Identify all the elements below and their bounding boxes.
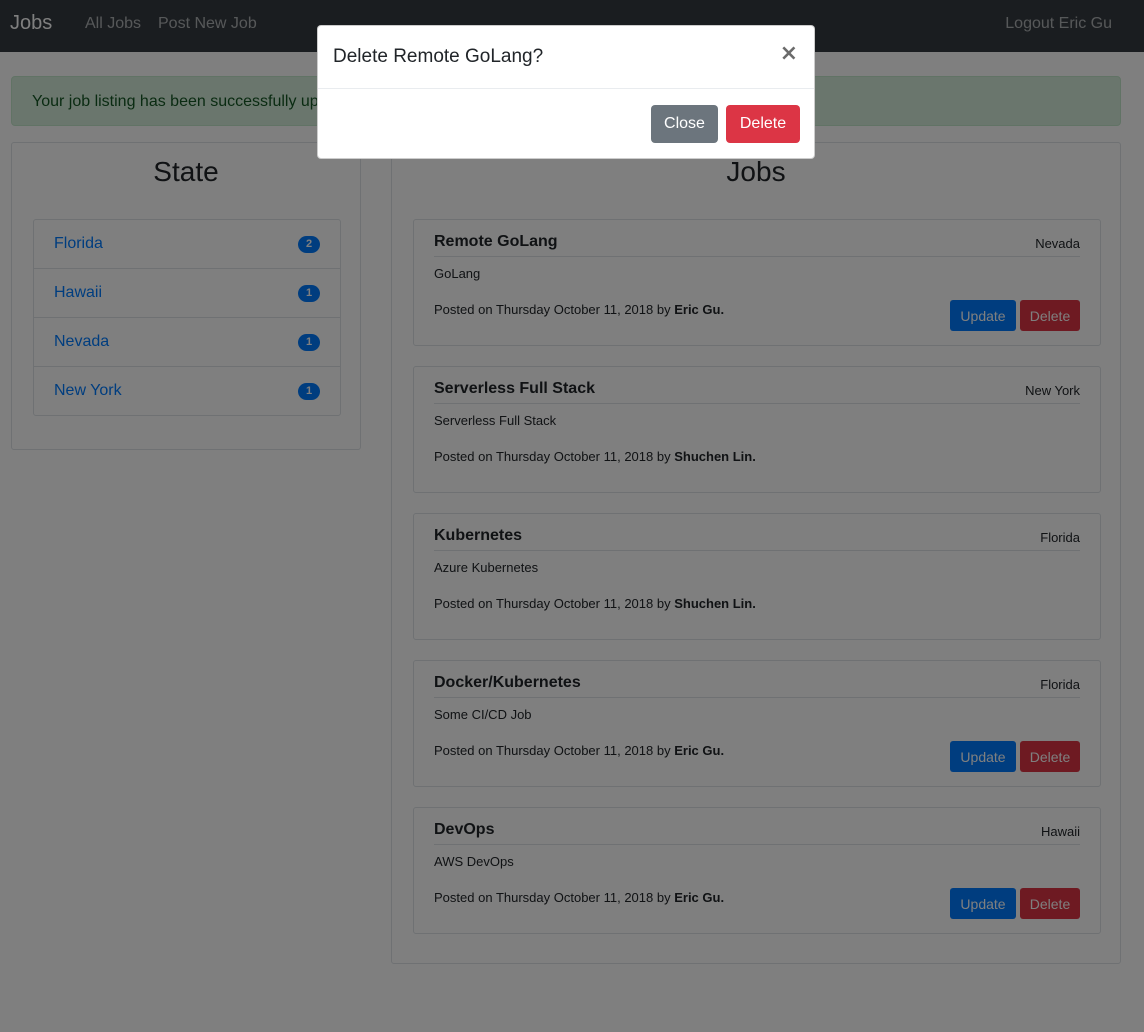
close-icon[interactable]: × (780, 43, 798, 65)
modal-close-button[interactable]: Close (651, 105, 718, 143)
modal-delete-button[interactable]: Delete (726, 105, 800, 143)
modal-title: Delete Remote GoLang? (333, 46, 544, 67)
modal-header: Delete Remote GoLang? × (318, 26, 814, 89)
delete-confirm-modal: Delete Remote GoLang? × Close Delete (317, 25, 815, 159)
